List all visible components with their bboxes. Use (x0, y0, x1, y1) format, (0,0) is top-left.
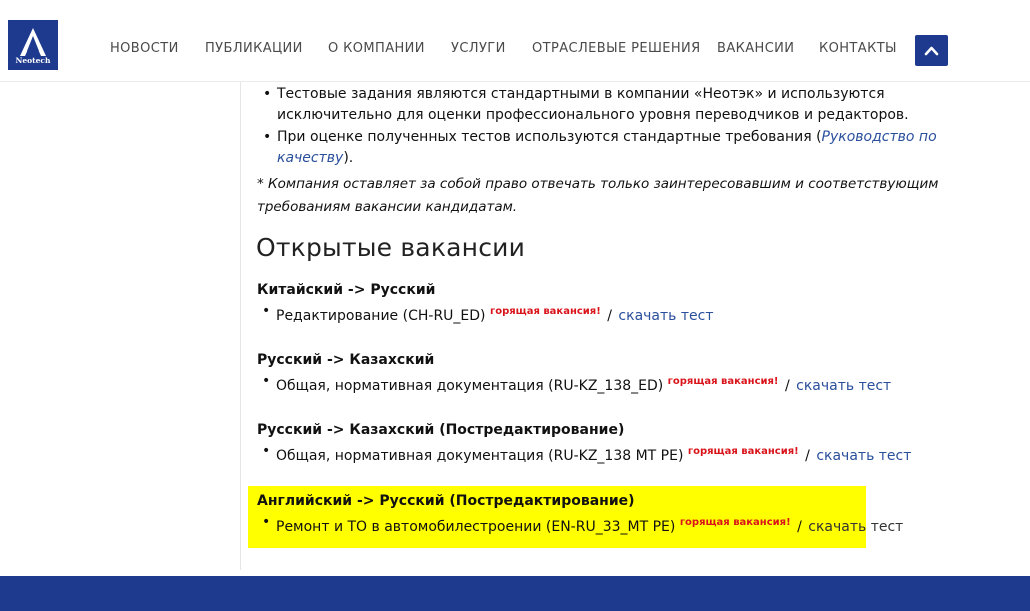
logo-text: Neotech (15, 56, 51, 65)
download-test-link[interactable]: скачать тест (816, 448, 911, 464)
hot-badge: горящая вакансия! (687, 446, 799, 457)
list-item: При оценке полученных тестов используютс… (262, 127, 952, 169)
chevron-up-icon (924, 46, 939, 56)
download-test-link[interactable]: скачать тест (808, 519, 903, 535)
vacancy-block: Английский -> Русский (Постредактировани… (257, 491, 917, 538)
vacancy-title: Английский -> Русский (Постредактировани… (257, 493, 635, 509)
vacancy-title: Русский -> Казахский (257, 352, 435, 368)
download-test-link[interactable]: скачать тест (618, 308, 713, 324)
nav-item-publications[interactable]: ПУБЛИКАЦИИ (205, 41, 303, 56)
nav-item-about[interactable]: О КОМПАНИИ (328, 41, 425, 56)
vacancy-block: Русский -> Казахский (Постредактирование… (257, 420, 917, 467)
vacancy-title: Русский -> Казахский (Постредактирование… (257, 422, 625, 438)
logo[interactable]: Neotech (8, 20, 58, 70)
page-title: Открытые вакансии (256, 233, 526, 262)
site-footer (0, 576, 1030, 611)
nav-item-services[interactable]: УСЛУГИ (451, 41, 506, 56)
page-content: Тестовые задания являются стандартными в… (0, 0, 1030, 611)
nav-item-contacts[interactable]: КОНТАКТЫ (819, 41, 897, 56)
vacancy-block: Китайский -> Русский Редактирование (CH-… (257, 280, 917, 327)
nav-item-vacancies[interactable]: ВАКАНСИИ (717, 41, 794, 56)
scroll-to-top-button[interactable] (915, 35, 948, 66)
test-rules-list: Тестовые задания являются стандартными в… (262, 84, 952, 170)
list-item: Общая, нормативная документация (RU-KZ_1… (257, 371, 917, 397)
hot-badge: горящая вакансия! (489, 306, 601, 317)
hot-badge: горящая вакансия! (667, 376, 779, 387)
site-header: Neotech НОВОСТИ ПУБЛИКАЦИИ О КОМПАНИИ УС… (0, 0, 1030, 82)
list-item: Тестовые задания являются стандартными в… (262, 84, 952, 126)
sidebar-divider (240, 0, 241, 570)
download-test-link[interactable]: скачать тест (796, 378, 891, 394)
list-item: Общая, нормативная документация (RU-KZ_1… (257, 441, 917, 467)
nav-item-news[interactable]: НОВОСТИ (110, 41, 179, 56)
list-item: Редактирование (CH-RU_ED) горящая ваканс… (257, 301, 917, 327)
vacancy-title: Китайский -> Русский (257, 282, 436, 298)
hot-badge: горящая вакансия! (679, 517, 791, 528)
list-item: Ремонт и ТО в автомобилестроении (EN-RU_… (257, 512, 917, 538)
nav-item-industry-solutions[interactable]: ОТРАСЛЕВЫЕ РЕШЕНИЯ (532, 41, 701, 56)
disclaimer-note: * Компания оставляет за собой право отве… (257, 176, 939, 215)
vacancy-block: Русский -> Казахский Общая, нормативная … (257, 350, 917, 397)
